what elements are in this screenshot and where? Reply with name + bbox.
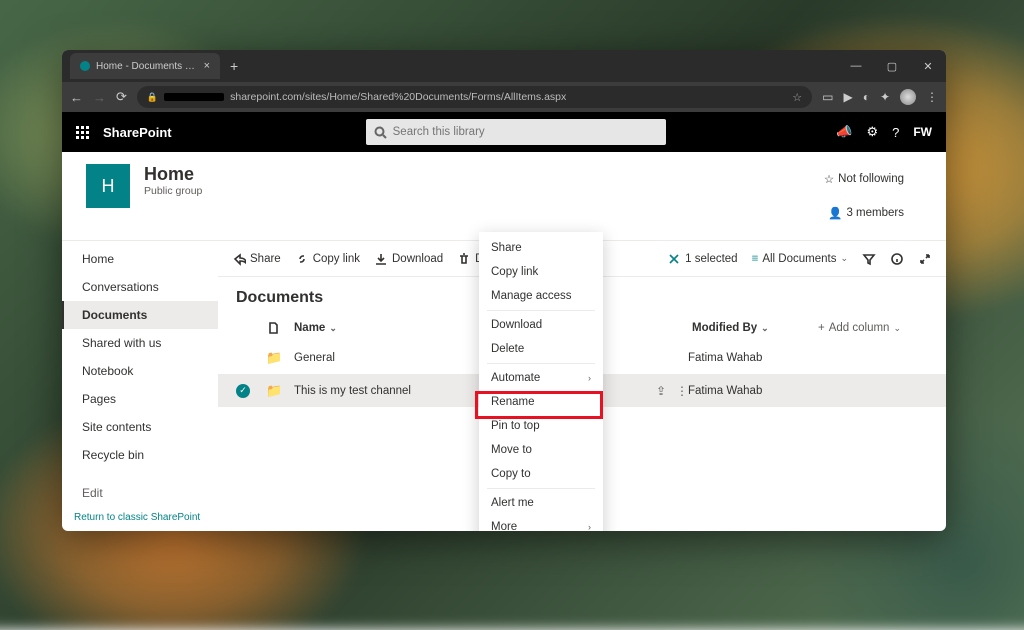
search-input[interactable]	[393, 126, 658, 138]
file-icon	[266, 321, 280, 335]
star-outline-icon: ☆	[824, 172, 834, 186]
chevron-right-icon: ›	[588, 373, 591, 383]
browser-toolbar: ← → ⟳ 🔒 sharepoint.com/sites/Home/Shared…	[62, 82, 946, 112]
profile-avatar[interactable]	[900, 89, 916, 105]
item-modified-by: Fatima Wahab	[688, 352, 818, 364]
ctx-manage-access[interactable]: Manage access	[479, 284, 603, 308]
row-share-icon[interactable]: ⇪	[656, 384, 666, 398]
cmd-filter[interactable]	[862, 252, 876, 266]
chevron-right-icon: ›	[588, 522, 591, 531]
search-icon	[374, 126, 387, 139]
ctx-share[interactable]: Share	[479, 236, 603, 260]
back-button[interactable]: ←	[70, 90, 83, 105]
browser-tab[interactable]: Home - Documents - All Docum ×	[70, 53, 220, 79]
new-tab-button[interactable]: +	[230, 58, 238, 74]
ctx-rename[interactable]: Rename	[479, 390, 603, 414]
close-window-button[interactable]: ✕	[910, 50, 946, 82]
search-box[interactable]	[366, 119, 666, 145]
nav-site-contents[interactable]: Site contents	[62, 413, 218, 441]
members-button[interactable]: 👤3 members	[806, 198, 922, 228]
ctx-alert[interactable]: Alert me	[479, 491, 603, 515]
col-add-column[interactable]: + Add column⌄	[818, 322, 928, 334]
megaphone-icon[interactable]: 📣	[836, 124, 852, 140]
site-subtitle: Public group	[144, 185, 202, 197]
nav-documents[interactable]: Documents	[62, 301, 218, 329]
ctx-copy[interactable]: Copy to	[479, 462, 603, 486]
delete-icon	[457, 252, 471, 266]
cmd-download[interactable]: Download	[374, 252, 443, 266]
col-modified-by[interactable]: Modified By⌄	[688, 322, 818, 334]
item-modified-by: Fatima Wahab	[688, 385, 818, 397]
nav-notebook[interactable]: Notebook	[62, 357, 218, 385]
ctx-automate[interactable]: Automate›	[479, 366, 603, 390]
reload-button[interactable]: ⟳	[116, 89, 127, 105]
cmd-expand[interactable]	[918, 252, 932, 266]
item-name[interactable]: This is my test channel	[294, 385, 411, 397]
folder-icon	[266, 382, 282, 398]
address-bar[interactable]: 🔒 sharepoint.com/sites/Home/Shared%20Doc…	[137, 86, 812, 108]
nav-edit[interactable]: Edit	[62, 479, 218, 507]
follow-button[interactable]: ☆Not following	[806, 164, 922, 194]
share-icon	[232, 252, 246, 266]
url-redacted	[164, 93, 224, 101]
tab-favicon	[80, 61, 90, 71]
user-initials[interactable]: FW	[913, 125, 932, 139]
ctx-move[interactable]: Move to	[479, 438, 603, 462]
sharepoint-suite-bar: SharePoint 📣 ⚙ ? FW	[62, 112, 946, 152]
ext-icon-2[interactable]: ▶	[843, 90, 852, 104]
people-icon: 👤	[828, 206, 842, 220]
tab-title: Home - Documents - All Docum	[96, 61, 198, 72]
ctx-more[interactable]: More›	[479, 515, 603, 531]
info-icon	[890, 252, 904, 266]
help-icon[interactable]: ?	[892, 125, 899, 140]
ctx-delete[interactable]: Delete	[479, 337, 603, 361]
ctx-copylink[interactable]: Copy link	[479, 260, 603, 284]
site-title[interactable]: Home	[144, 164, 202, 185]
maximize-button[interactable]: ▢	[874, 50, 910, 82]
folder-icon	[266, 349, 282, 365]
nav-pages[interactable]: Pages	[62, 385, 218, 413]
col-type[interactable]	[266, 321, 294, 335]
ctx-download[interactable]: Download	[479, 313, 603, 337]
browser-titlebar: Home - Documents - All Docum × + — ▢ ✕	[62, 50, 946, 82]
x-icon	[667, 252, 681, 266]
nav-recycle-bin[interactable]: Recycle bin	[62, 441, 218, 469]
close-tab-icon[interactable]: ×	[204, 60, 210, 72]
extensions-icon[interactable]: ✦	[880, 90, 890, 104]
left-nav: Home Conversations Documents Shared with…	[62, 240, 218, 531]
forward-button[interactable]: →	[93, 90, 106, 105]
ext-icon-3[interactable]: ◐	[863, 90, 870, 104]
minimize-button[interactable]: —	[838, 50, 874, 82]
cmd-view-switcher[interactable]: ≡All Documents⌄	[752, 253, 848, 265]
url-text: sharepoint.com/sites/Home/Shared%20Docum…	[230, 91, 566, 103]
site-logo[interactable]: H	[86, 164, 130, 208]
expand-icon	[918, 252, 932, 266]
cmd-share[interactable]: Share	[232, 252, 281, 266]
browser-window: Home - Documents - All Docum × + — ▢ ✕ ←…	[62, 50, 946, 531]
lock-icon: 🔒	[147, 92, 158, 103]
site-header: H Home Public group ☆Not following 👤3 me…	[62, 152, 946, 240]
return-classic-link[interactable]: Return to classic SharePoint	[74, 512, 200, 523]
window-controls: — ▢ ✕	[838, 50, 946, 82]
star-icon[interactable]: ☆	[792, 91, 802, 104]
browser-menu-icon[interactable]: ⋮	[926, 90, 938, 104]
settings-icon[interactable]: ⚙	[866, 124, 878, 140]
filter-icon	[862, 252, 876, 266]
sharepoint-brand[interactable]: SharePoint	[103, 125, 172, 140]
app-launcher-icon[interactable]	[76, 126, 89, 139]
context-menu: Share Copy link Manage access Download D…	[479, 232, 603, 531]
cmd-info[interactable]	[890, 252, 904, 266]
checkmark-icon[interactable]: ✓	[236, 384, 250, 398]
link-icon	[295, 252, 309, 266]
nav-conversations[interactable]: Conversations	[62, 273, 218, 301]
ext-icon-1[interactable]: ▭	[822, 90, 833, 104]
download-icon	[374, 252, 388, 266]
row-more-icon[interactable]: ⋮	[676, 384, 688, 398]
cmd-copylink[interactable]: Copy link	[295, 252, 360, 266]
ctx-pin[interactable]: Pin to top	[479, 414, 603, 438]
cmd-selected-count[interactable]: 1 selected	[667, 252, 737, 266]
content-area: Share Copy link Download Delete 1 select…	[218, 240, 946, 531]
nav-home[interactable]: Home	[62, 245, 218, 273]
nav-shared[interactable]: Shared with us	[62, 329, 218, 357]
